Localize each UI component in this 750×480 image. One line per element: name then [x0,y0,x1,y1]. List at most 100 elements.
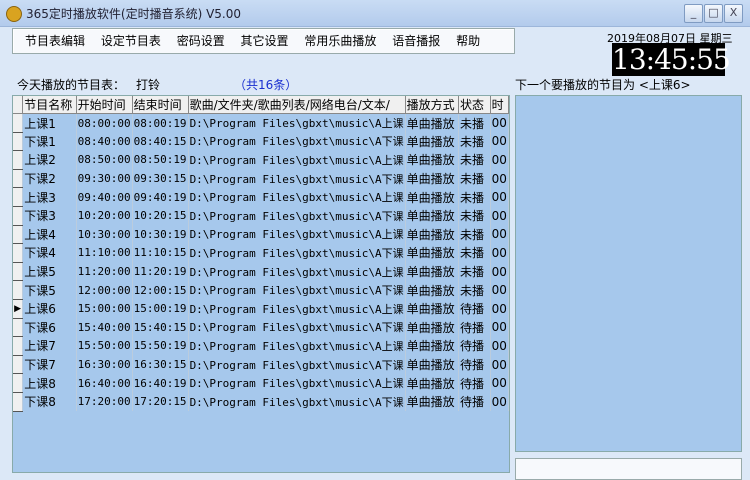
table-row[interactable]: 下课5 12:00:00 12:00:15 D:\Program Files\gbxt… [13,280,509,300]
cell-time: 00 [490,355,509,374]
cell-time: 00 [490,243,509,263]
table-row[interactable]: 下课2 09:30:00 09:30:15 D:\Program Files\gbxt… [13,169,509,189]
cell-file: D:\Program Files\gbxt\music\A上课 [188,373,406,393]
cell-time: 00 [490,262,509,281]
menu-voice-broadcast[interactable]: 语音播报 [392,29,440,53]
menu-common-music[interactable]: 常用乐曲播放 [304,29,376,53]
table-row[interactable]: 上课1 08:00:00 08:00:19 D:\Program Files\gbxt… [13,113,509,133]
cell-start: 16:40:00 [76,373,133,393]
cell-start: 08:50:00 [76,150,133,170]
row-indicator [13,150,24,170]
cell-file: D:\Program Files\gbxt\music\A下课 [188,280,406,300]
cell-file: D:\Program Files\gbxt\music\A下课 [188,318,406,337]
table-row[interactable]: 下课1 08:40:00 08:40:15 D:\Program Files\gbxt… [13,132,509,152]
row-indicator [13,392,24,412]
menu-password[interactable]: 密码设置 [177,29,225,53]
cell-start: 15:00:00 [76,299,133,319]
cell-file: D:\Program Files\gbxt\music\A上课 [188,299,406,319]
status-box [515,458,742,480]
schedule-table[interactable]: 节目名称 开始时间 结束时间 歌曲/文件夹/歌曲列表/网络电台/文本/播放方式 状态时 … [12,95,510,473]
close-button[interactable]: X [724,4,743,23]
maximize-button[interactable]: □ [704,4,723,23]
cell-end: 08:50:19 [132,150,189,170]
column-header-name[interactable]: 节目名称 [22,96,77,114]
cell-start: 08:00:00 [76,113,133,133]
cell-start: 10:30:00 [76,225,133,244]
menu-other-settings[interactable]: 其它设置 [241,29,289,53]
cell-start: 15:40:00 [76,318,133,337]
cell-time: 00 [490,336,509,356]
cell-start: 09:30:00 [76,169,133,188]
column-header-time[interactable]: 时 [490,96,509,114]
cell-end: 11:10:15 [132,243,189,263]
table-row[interactable]: 上课7 15:50:00 15:50:19 D:\Program Files\gbxt… [13,336,509,356]
cell-mode: 单曲播放 [405,132,459,151]
cell-status: 待播 [458,318,491,337]
cell-end: 15:00:19 [132,299,189,319]
menu-set-program[interactable]: 设定节目表 [101,29,161,53]
row-indicator [13,280,24,300]
table-row[interactable]: ▶ 上课6 15:00:00 15:00:19 D:\Program Files\gbx… [13,299,509,319]
table-row[interactable]: 下课4 11:10:00 11:10:15 D:\Program Files\gbxt… [13,243,509,263]
cell-status: 未播 [458,243,491,263]
column-header-start[interactable]: 开始时间 [76,96,133,114]
app-icon [6,6,22,22]
cell-end: 10:30:19 [132,225,189,244]
cell-name: 下课2 [22,169,77,188]
table-row[interactable]: 上课4 10:30:00 10:30:19 D:\Program Files\gbxt… [13,225,509,245]
table-row[interactable]: 上课3 09:40:00 09:40:19 D:\Program Files\gbxt… [13,187,509,207]
cell-end: 15:50:19 [132,336,189,356]
menu-program-edit[interactable]: 节目表编辑 [25,29,85,53]
cell-time: 00 [490,113,509,133]
table-row[interactable]: 上课2 08:50:00 08:50:19 D:\Program Files\gbxt… [13,150,509,170]
cell-mode: 单曲播放 [405,206,459,226]
table-row[interactable]: 上课8 16:40:00 16:40:19 D:\Program Files\gbxt… [13,373,509,393]
cell-time: 00 [490,132,509,151]
row-indicator [13,206,24,226]
table-row[interactable]: 下课7 16:30:00 16:30:15 D:\Program Files\gbxt… [13,355,509,375]
cell-name: 下课4 [22,243,77,263]
column-header-file[interactable]: 歌曲/文件夹/歌曲列表/网络电台/文本/ [188,96,406,114]
cell-start: 17:20:00 [76,392,133,411]
cell-file: D:\Program Files\gbxt\music\A上课 [188,150,406,170]
column-header-status[interactable]: 状态 [458,96,491,114]
cell-name: 上课7 [22,336,77,356]
cell-end: 15:40:15 [132,318,189,337]
cell-end: 16:30:15 [132,355,189,374]
cell-mode: 单曲播放 [405,187,459,207]
cell-file: D:\Program Files\gbxt\music\A下课 [188,355,406,374]
cell-end: 09:40:19 [132,187,189,207]
cell-mode: 单曲播放 [405,169,459,188]
cell-end: 08:40:15 [132,132,189,151]
cell-status: 待播 [458,299,491,319]
cell-name: 下课7 [22,355,77,374]
item-count: （共16条） [234,78,298,92]
minimize-button[interactable]: _ [684,4,703,23]
cell-time: 00 [490,206,509,226]
cell-status: 未播 [458,206,491,226]
row-indicator [13,336,24,356]
cell-name: 上课3 [22,187,77,207]
title-bar: 365定时播放软件(定时播音系统) V5.00 _ □ X [0,0,750,27]
cell-name: 上课1 [22,113,77,133]
table-row[interactable]: 下课8 17:20:00 17:20:15 D:\Program Files\gbxt… [13,392,509,412]
column-header-end[interactable]: 结束时间 [132,96,189,114]
row-indicator [13,187,24,207]
cell-file: D:\Program Files\gbxt\music\A上课 [188,262,406,281]
cell-file: D:\Program Files\gbxt\music\A下课 [188,169,406,188]
table-row[interactable]: 下课6 15:40:00 15:40:15 D:\Program Files\gbxt… [13,318,509,338]
cell-time: 00 [490,150,509,170]
menu-help[interactable]: 帮助 [456,29,480,53]
cell-file: D:\Program Files\gbxt\music\A下课 [188,392,406,411]
table-row[interactable]: 上课5 11:20:00 11:20:19 D:\Program Files\gbxt… [13,262,509,282]
cell-mode: 单曲播放 [405,113,459,133]
cell-mode: 单曲播放 [405,355,459,374]
cell-mode: 单曲播放 [405,150,459,170]
cell-time: 00 [490,280,509,300]
column-header-mode[interactable]: 播放方式 [405,96,459,114]
table-row[interactable]: 下课3 10:20:00 10:20:15 D:\Program Files\gbxt… [13,206,509,226]
cell-name: 下课5 [22,280,77,300]
cell-end: 17:20:15 [132,392,189,411]
row-indicator [13,113,24,133]
clock-display: 13:45:55 [612,43,731,76]
